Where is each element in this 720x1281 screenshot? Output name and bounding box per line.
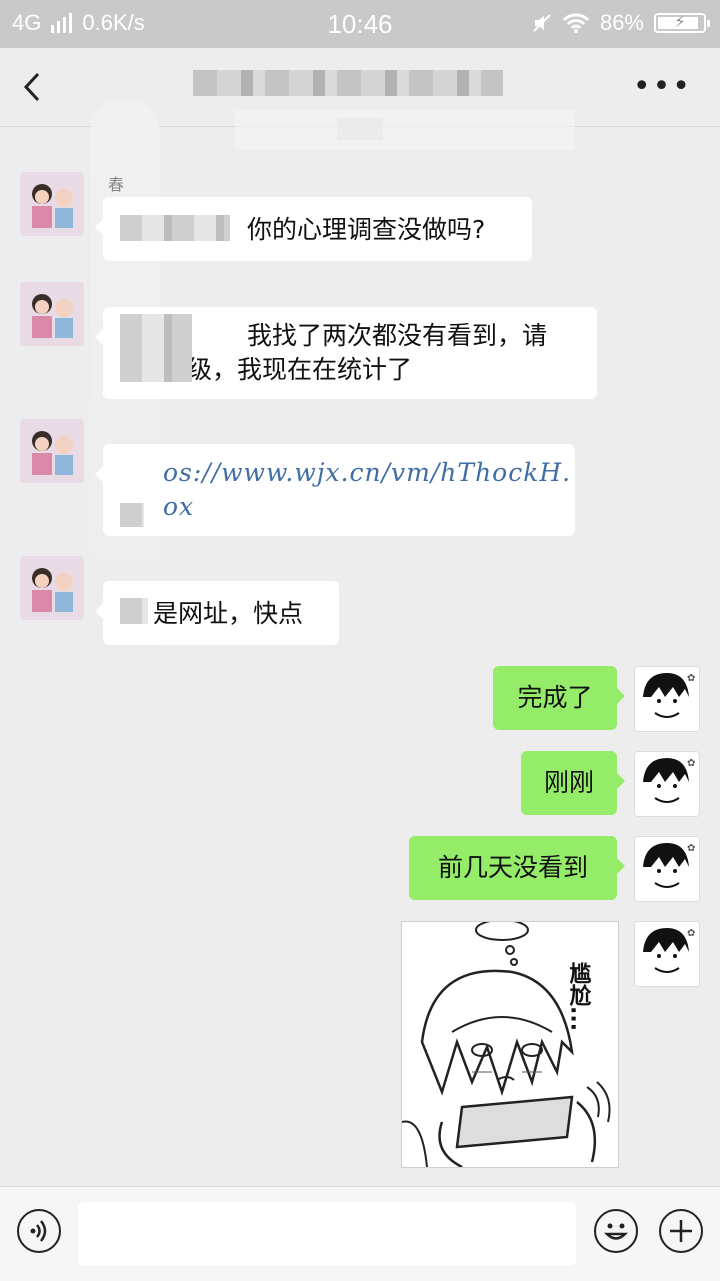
- sticker-caption: 尴尬...: [566, 962, 592, 1031]
- sender-name: 春: [108, 175, 125, 194]
- battery-icon: ⚡: [654, 13, 710, 33]
- message-bubble-outgoing[interactable]: 完成了: [493, 666, 625, 730]
- status-bar: 4G 0.6K/s 10:46 86% ⚡: [0, 0, 720, 48]
- manga-sticker-drawing: 尴尬...: [402, 922, 618, 1167]
- svg-text:✿: ✿: [687, 843, 695, 854]
- wifi-icon: [562, 13, 590, 33]
- message-link[interactable]: os://www.wjx.cn/vm/hThockH.: [163, 456, 570, 490]
- redacted-text: [120, 598, 148, 624]
- my-avatar[interactable]: ✿: [634, 666, 700, 732]
- my-avatar[interactable]: ✿: [634, 751, 700, 817]
- message-bubble-outgoing[interactable]: 刚刚: [521, 751, 625, 815]
- contact-avatar[interactable]: [20, 282, 84, 346]
- redacted-text: [120, 503, 144, 527]
- svg-text:✿: ✿: [687, 928, 695, 939]
- redacted-text: [120, 314, 192, 382]
- voice-icon[interactable]: [17, 1209, 61, 1253]
- plus-icon[interactable]: [659, 1209, 703, 1253]
- message-text: 完成了: [517, 683, 593, 712]
- message-link[interactable]: ox: [163, 490, 557, 524]
- chevron-left-icon[interactable]: [12, 62, 52, 112]
- message-bubble-incoming[interactable]: os://www.wjx.cn/vm/hThockH. ox: [95, 444, 575, 536]
- more-icon[interactable]: •••: [633, 72, 692, 102]
- my-avatar[interactable]: ✿: [634, 921, 700, 987]
- message-text: 刚刚: [543, 768, 594, 797]
- message-text: 你的心理调查没做吗?: [247, 215, 486, 244]
- my-avatar[interactable]: ✿: [634, 836, 700, 902]
- mute-icon: [533, 14, 551, 32]
- message-text-line: 我找了两次都没有看到，请: [247, 321, 548, 350]
- redaction-smudge: [235, 110, 575, 150]
- message-input-bar: [0, 1186, 720, 1281]
- svg-text:✿: ✿: [687, 758, 695, 769]
- message-bubble-outgoing[interactable]: 前几天没看到: [409, 836, 625, 900]
- redacted-text: [120, 215, 230, 241]
- contact-avatar[interactable]: [20, 419, 84, 483]
- contact-avatar[interactable]: [20, 172, 84, 236]
- battery-percent: 86%: [599, 10, 644, 35]
- message-text: 前几天没看到: [437, 853, 588, 882]
- message-input[interactable]: [78, 1202, 576, 1266]
- emoji-icon[interactable]: [594, 1209, 638, 1253]
- contact-avatar[interactable]: [20, 556, 84, 620]
- svg-text:✿: ✿: [687, 673, 695, 684]
- sticker-image[interactable]: 尴尬...: [401, 921, 619, 1168]
- chat-title-redacted: [193, 70, 503, 96]
- message-text: 是网址，快点: [153, 599, 304, 628]
- message-text-line: 级，我现在在统计了: [187, 355, 413, 384]
